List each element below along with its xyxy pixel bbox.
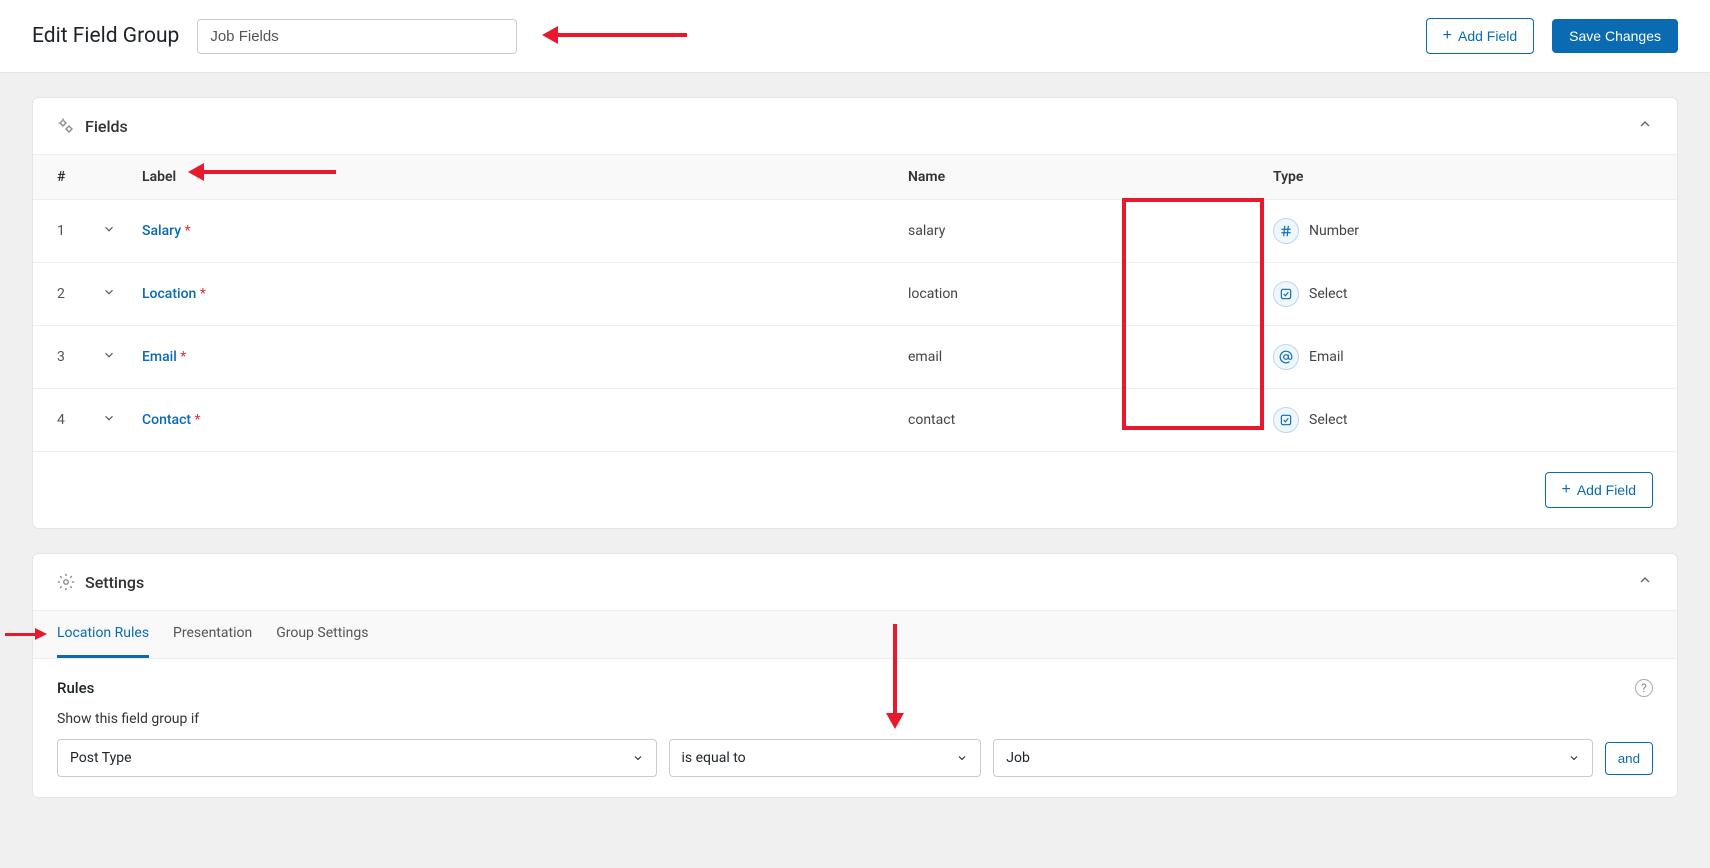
plus-icon: +: [1562, 481, 1571, 499]
field-label-cell: Location *: [142, 286, 908, 302]
collapse-settings-button[interactable]: [1637, 572, 1653, 592]
field-name-cell: contact: [908, 412, 1273, 428]
chevron-down-icon: [102, 348, 116, 362]
field-type-cell: Select: [1273, 281, 1653, 307]
rules-section: Rules ? Show this field group if Post Ty…: [33, 659, 1677, 797]
rules-heading: Rules: [57, 679, 94, 697]
add-field-button-top[interactable]: + Add Field: [1426, 18, 1535, 54]
field-row-number: 1: [57, 223, 102, 239]
rule-value-text: Job: [1006, 750, 1030, 766]
collapse-fields-button[interactable]: [1637, 116, 1653, 136]
field-label-cell: Contact *: [142, 412, 908, 428]
gear-icon: [57, 573, 75, 591]
field-type-cell: Number: [1273, 218, 1653, 244]
chevron-down-icon: [102, 222, 116, 236]
field-label-link[interactable]: Salary: [142, 223, 181, 239]
rule-param-select[interactable]: Post Type: [57, 739, 657, 777]
chevron-down-icon: [956, 752, 968, 764]
field-type-label: Select: [1309, 412, 1347, 428]
rule-value-select[interactable]: Job: [993, 739, 1593, 777]
field-row: 2Location *locationSelect: [33, 263, 1677, 326]
plus-icon: +: [1443, 27, 1452, 45]
expand-field-button[interactable]: [102, 222, 142, 240]
field-row: 4Contact *contactSelect: [33, 389, 1677, 451]
add-field-label: Add Field: [1577, 482, 1636, 498]
add-field-button-bottom[interactable]: + Add Field: [1545, 472, 1654, 508]
settings-panel-header: Settings: [33, 554, 1677, 610]
rule-operator-select[interactable]: is equal to: [669, 739, 982, 777]
field-label-cell: Email *: [142, 349, 908, 365]
tab-location-rules[interactable]: Location Rules: [57, 611, 149, 658]
fields-panel-header: Fields: [33, 98, 1677, 154]
field-label-link[interactable]: Contact: [142, 412, 191, 428]
page-header: Edit Field Group + Add Field Save Change…: [0, 0, 1710, 73]
rules-subheading: Show this field group if: [57, 711, 1653, 727]
field-row-number: 4: [57, 412, 102, 428]
fields-icon: [57, 117, 75, 135]
chevron-up-icon: [1637, 572, 1653, 588]
fields-panel: Fields # Label Name Type 1Salary *salary…: [32, 97, 1678, 529]
chevron-down-icon: [102, 411, 116, 425]
expand-field-button[interactable]: [102, 411, 142, 429]
field-row-number: 3: [57, 349, 102, 365]
save-label: Save Changes: [1569, 28, 1661, 44]
required-indicator: *: [195, 412, 201, 428]
field-row: 3Email *emailEmail: [33, 326, 1677, 389]
field-label-link[interactable]: Location: [142, 286, 196, 302]
required-indicator: *: [200, 286, 206, 302]
settings-panel-title: Settings: [85, 573, 144, 592]
field-row: 1Salary *salaryNumber: [33, 200, 1677, 263]
add-field-label: Add Field: [1458, 28, 1517, 44]
field-name-cell: location: [908, 286, 1273, 302]
settings-tabs: Location Rules Presentation Group Settings: [33, 610, 1677, 659]
page-title: Edit Field Group: [32, 24, 179, 48]
field-name-cell: salary: [908, 223, 1273, 239]
fields-panel-footer: + Add Field: [33, 451, 1677, 528]
col-type-header: Type: [1273, 169, 1653, 185]
field-type-label: Email: [1309, 349, 1344, 365]
col-number-header: #: [57, 169, 102, 185]
tab-presentation[interactable]: Presentation: [173, 611, 252, 658]
chevron-down-icon: [632, 752, 644, 764]
save-changes-button[interactable]: Save Changes: [1552, 19, 1678, 53]
expand-field-button[interactable]: [102, 348, 142, 366]
hash-icon: [1273, 218, 1299, 244]
rule-row: Post Type is equal to Job and: [57, 739, 1653, 777]
rule-param-value: Post Type: [70, 750, 132, 766]
field-label-link[interactable]: Email: [142, 349, 177, 365]
col-name-header: Name: [908, 169, 1273, 185]
chevron-up-icon: [1637, 116, 1653, 132]
field-label-cell: Salary *: [142, 223, 908, 239]
check-square-icon: [1273, 407, 1299, 433]
field-type-label: Select: [1309, 286, 1347, 302]
field-type-label: Number: [1309, 223, 1359, 239]
field-row-number: 2: [57, 286, 102, 302]
required-indicator: *: [180, 349, 186, 365]
fields-panel-title: Fields: [85, 117, 128, 136]
field-type-cell: Select: [1273, 407, 1653, 433]
fields-table-header: # Label Name Type: [33, 154, 1677, 200]
at-icon: [1273, 344, 1299, 370]
expand-field-button[interactable]: [102, 285, 142, 303]
field-type-cell: Email: [1273, 344, 1653, 370]
field-name-cell: email: [908, 349, 1273, 365]
settings-panel: Settings Location Rules Presentation Group…: [32, 553, 1678, 798]
required-indicator: *: [185, 223, 191, 239]
rule-and-button[interactable]: and: [1605, 742, 1653, 775]
group-name-input[interactable]: [197, 19, 517, 54]
check-square-icon: [1273, 281, 1299, 307]
chevron-down-icon: [102, 285, 116, 299]
tab-group-settings[interactable]: Group Settings: [276, 611, 368, 658]
and-label: and: [1618, 751, 1640, 766]
chevron-down-icon: [1568, 752, 1580, 764]
help-icon[interactable]: ?: [1635, 679, 1653, 697]
col-label-header: Label: [142, 169, 908, 185]
rule-operator-value: is equal to: [682, 750, 746, 766]
